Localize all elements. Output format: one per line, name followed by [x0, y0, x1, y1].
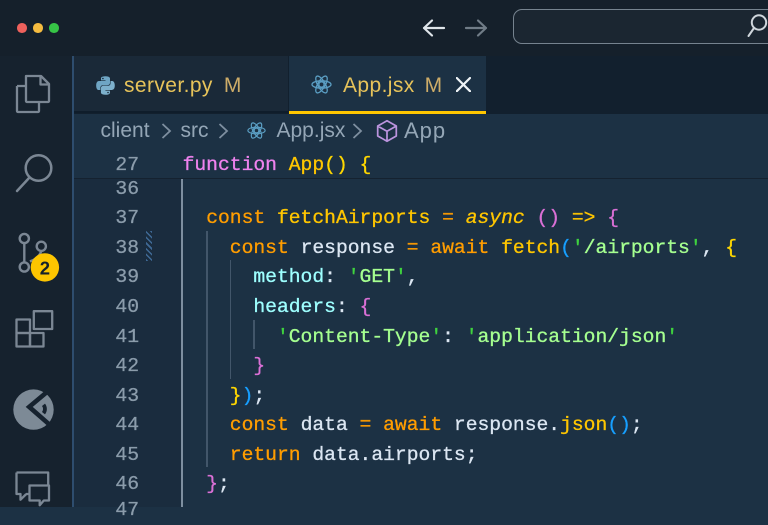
svg-text:2: 2 [40, 257, 50, 278]
